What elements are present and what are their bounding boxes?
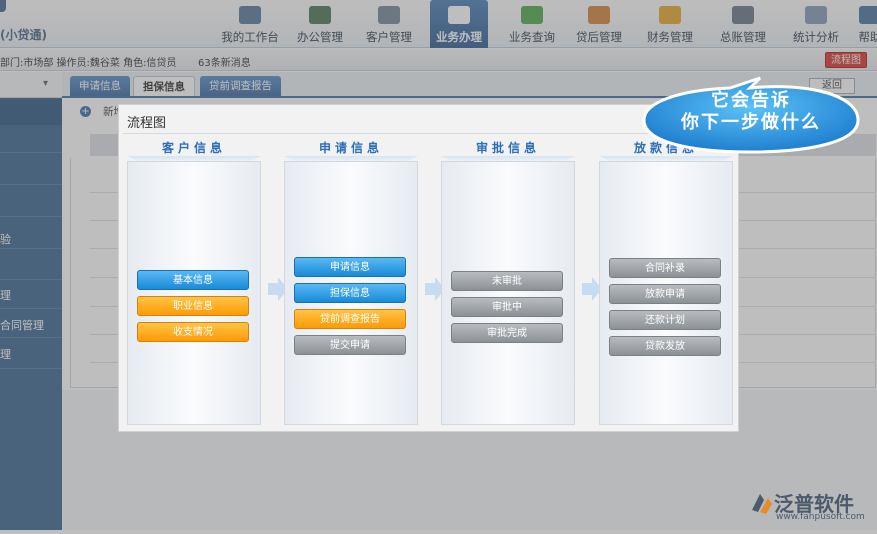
- flow-column-title: 审批信息: [475, 141, 540, 155]
- fanpu-logo: 泛普软件 www.fanpusoft.com: [746, 486, 874, 530]
- callout-line-1: 它会告诉: [711, 90, 791, 111]
- flow-step-button[interactable]: 基本信息: [137, 270, 249, 290]
- flow-column-body: 未审批审批中审批完成: [441, 161, 575, 425]
- flow-step-button[interactable]: 合同补录: [609, 258, 721, 278]
- flow-step-button[interactable]: 职业信息: [137, 296, 249, 316]
- flow-column-title: 申请信息: [318, 141, 383, 155]
- flow-step-button[interactable]: 还款计划: [609, 310, 721, 330]
- flow-step-button[interactable]: 贷前调查报告: [294, 309, 406, 329]
- logo-url: www.fanpusoft.com: [776, 512, 865, 522]
- flow-step-button[interactable]: 审批中: [451, 297, 563, 317]
- flow-column-body: 基本信息职业信息收支情况: [127, 161, 261, 425]
- fanpu-logo-icon: [752, 494, 772, 514]
- dialog-title: 流程图: [127, 116, 167, 131]
- callout-text: 它会告诉 你下一步做什么: [640, 90, 862, 134]
- flow-step-button[interactable]: 放款申请: [609, 284, 721, 304]
- flow-column-title: 客户信息: [161, 141, 226, 155]
- callout-bubble: 它会告诉 你下一步做什么: [640, 76, 862, 154]
- flow-step-button[interactable]: 审批完成: [451, 323, 563, 343]
- flow-step-button[interactable]: 提交申请: [294, 335, 406, 355]
- callout-line-2: 你下一步做什么: [681, 112, 821, 133]
- flow-column-body: 申请信息担保信息贷前调查报告 提交申请: [284, 161, 418, 425]
- flow-step-button[interactable]: 贷款发放: [609, 336, 721, 356]
- flow-step-button[interactable]: 未审批: [451, 271, 563, 291]
- flow-step-button[interactable]: 担保信息: [294, 283, 406, 303]
- flow-step-button[interactable]: 申请信息: [294, 257, 406, 277]
- flow-column-body: 合同补录放款申请还款计划贷款发放: [599, 161, 733, 425]
- flow-step-button[interactable]: 收支情况: [137, 322, 249, 342]
